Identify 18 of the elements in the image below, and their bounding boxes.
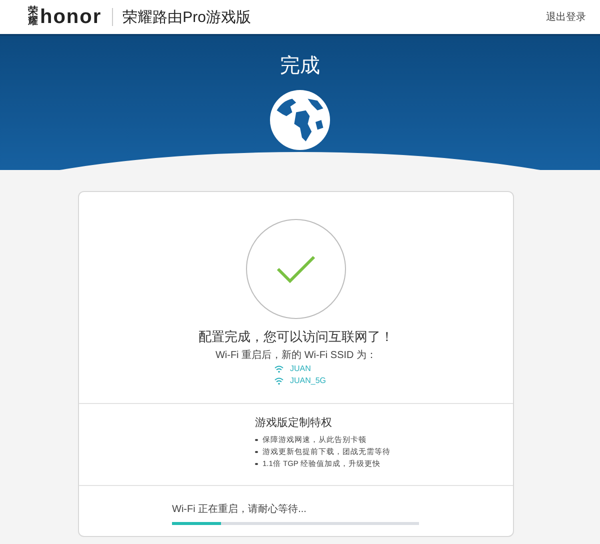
bullet-icon (255, 462, 258, 466)
wifi-icon (274, 365, 284, 373)
page-title: 完成 (280, 54, 320, 79)
ssid-name: JUAN_5G (290, 376, 326, 386)
ssid-name: JUAN (290, 364, 311, 374)
globe-icon (269, 89, 331, 151)
logo-mark: 荣耀 (28, 7, 38, 27)
wifi-icon (274, 377, 284, 385)
ssid-intro: Wi-Fi 重启后，新的 Wi-Fi SSID 为： (215, 349, 377, 362)
bullet-icon (255, 438, 258, 442)
bullet-icon (255, 450, 258, 454)
perks-title: 游戏版定制特权 (255, 416, 333, 430)
success-message: 配置完成，您可以访问互联网了！ (198, 329, 394, 345)
status-text: Wi-Fi 正在重启，请耐心等待... (172, 502, 308, 516)
logout-link[interactable]: 退出登录 (546, 10, 586, 24)
checkmark-icon (276, 254, 316, 284)
product-title: 荣耀路由Pro游戏版 (122, 8, 251, 26)
logo: honor (40, 6, 102, 28)
